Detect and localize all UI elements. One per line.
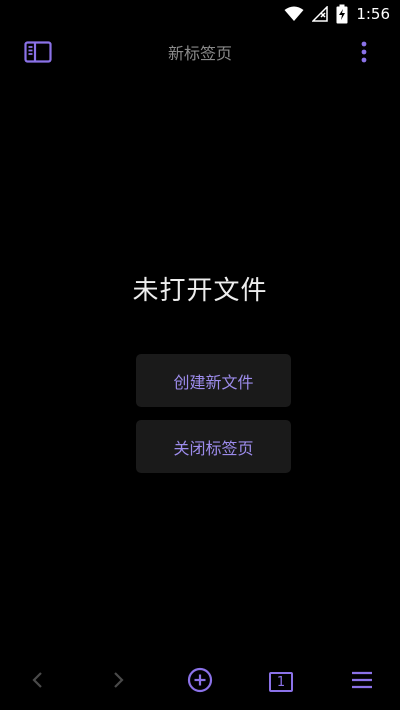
bottom-toolbar: 1 xyxy=(0,654,400,710)
create-new-file-button[interactable]: 创建新文件 xyxy=(136,354,291,407)
add-circle-icon xyxy=(187,667,213,697)
forward-icon xyxy=(111,670,125,694)
more-vert-icon xyxy=(361,41,367,67)
screen: 1:56 新标签页 未打开文件 创建新文件 关闭标签页 1 xyxy=(0,0,400,710)
status-right: 1:56 xyxy=(284,3,390,25)
battery-charging-icon xyxy=(336,4,348,24)
new-tab-button[interactable] xyxy=(180,662,220,702)
page-title: 新标签页 xyxy=(167,44,232,63)
close-tab-button[interactable]: 关闭标签页 xyxy=(136,420,291,473)
status-bar: 1:56 xyxy=(0,0,400,28)
forward-button[interactable] xyxy=(98,662,138,702)
more-options-button[interactable] xyxy=(354,40,374,68)
tabs-button[interactable]: 1 xyxy=(261,662,301,702)
wifi-icon xyxy=(284,6,304,22)
main-menu-button[interactable] xyxy=(342,662,382,702)
status-time: 1:56 xyxy=(356,5,390,23)
empty-state-title: 未打开文件 xyxy=(132,276,268,306)
tabs-icon: 1 xyxy=(269,672,293,692)
signal-icon xyxy=(312,6,329,22)
back-button[interactable] xyxy=(18,662,58,702)
back-icon xyxy=(31,670,45,694)
app-bar: 新标签页 xyxy=(0,28,400,80)
hamburger-icon xyxy=(351,671,373,693)
tab-count: 1 xyxy=(276,674,286,690)
